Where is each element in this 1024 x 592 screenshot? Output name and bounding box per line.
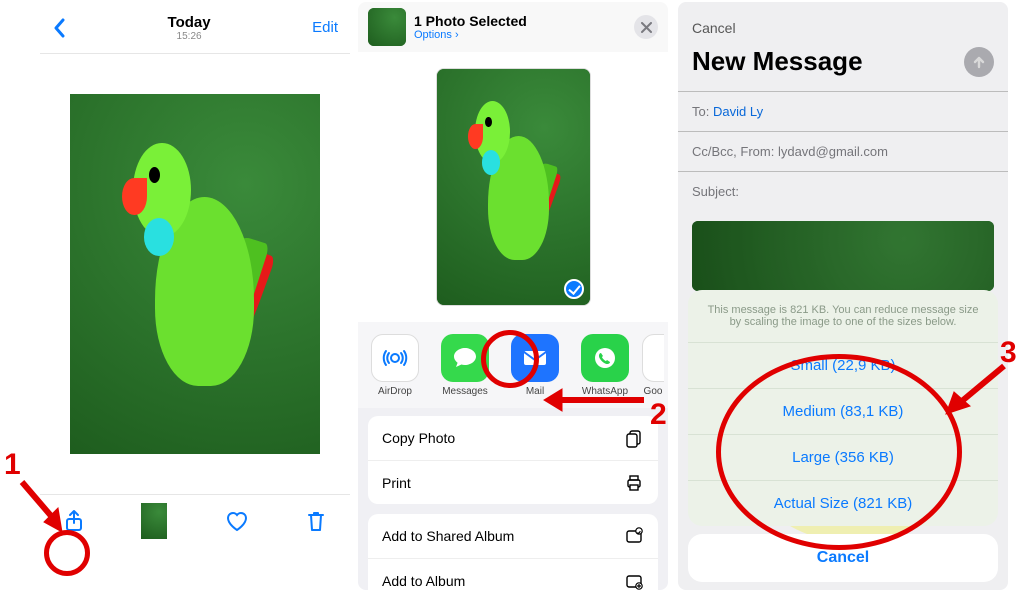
photo-main [70,94,320,454]
size-option-small[interactable]: Small (22,9 KB) [688,342,998,388]
app-label: WhatsApp [572,386,638,397]
app-label: Goo [642,386,664,397]
heart-icon[interactable] [225,510,249,532]
annotation-step-1: 1 [4,448,21,482]
messages-icon [441,334,489,382]
app-whatsapp[interactable]: WhatsApp [572,334,638,397]
share-preview-photo[interactable] [436,68,591,306]
field-to-label: To: [692,104,709,119]
size-option-actual[interactable]: Actual Size (821 KB) [688,480,998,526]
app-mail[interactable]: Mail [502,334,568,397]
share-header: 1 Photo Selected Options › [358,2,668,52]
size-sheet-hint: This message is 821 KB. You can reduce m… [688,290,998,342]
size-action-sheet: This message is 821 KB. You can reduce m… [688,290,998,582]
field-subject[interactable]: Subject: [678,171,1008,211]
action-label: Add to Album [382,573,465,589]
close-icon[interactable] [634,15,658,39]
panel-photos: Today 15:26 Edit [40,2,350,590]
airdrop-icon [371,334,419,382]
panel-new-message: Cancel New Message To: David Ly Cc/Bcc, … [678,2,1008,590]
size-option-large[interactable]: Large (356 KB) [688,434,998,480]
send-up-icon[interactable] [964,47,994,77]
app-label: AirDrop [362,386,428,397]
action-print[interactable]: Print [368,460,658,504]
app-label: Messages [432,386,498,397]
action-add-album[interactable]: Add to Album [368,558,658,590]
share-header-thumb [368,8,406,46]
nav-subtitle: 15:26 [66,31,312,42]
checkmark-icon [564,279,584,299]
mail-icon [511,334,559,382]
google-icon [642,334,664,382]
shared-album-icon [624,526,644,546]
app-label: Mail [502,386,568,397]
add-album-icon [624,571,644,591]
panel-share-sheet: 1 Photo Selected Options › AirDrop Messa… [358,2,668,590]
back-icon[interactable] [52,18,66,38]
field-ccbcc[interactable]: Cc/Bcc, From: lydavd@gmail.com [678,131,1008,171]
size-sheet-cancel[interactable]: Cancel [688,534,998,582]
share-icon[interactable] [64,509,84,533]
trash-icon[interactable] [306,509,326,533]
attachment-preview [692,221,994,291]
share-header-options[interactable]: Options › [414,29,527,41]
field-to-value: David Ly [713,104,763,119]
whatsapp-icon [581,334,629,382]
toolbar [40,494,350,546]
share-actions: Copy Photo Print Add to Shared Album Add… [358,408,668,590]
field-to[interactable]: To: David Ly [678,91,1008,131]
print-icon [624,473,644,493]
app-messages[interactable]: Messages [432,334,498,397]
action-copy-photo[interactable]: Copy Photo [368,416,658,460]
share-apps-row[interactable]: AirDrop Messages Mail WhatsApp Goo [358,322,668,408]
compose-title: New Message [692,46,863,77]
size-option-medium[interactable]: Medium (83,1 KB) [688,388,998,434]
action-label: Print [382,475,411,491]
action-label: Copy Photo [382,430,455,446]
share-header-title: 1 Photo Selected [414,13,527,29]
photo-viewer[interactable] [40,54,350,494]
nav-title-text: Today [66,14,312,31]
edit-button[interactable]: Edit [312,19,338,36]
app-google-partial[interactable]: Goo [642,334,664,397]
copy-icon [624,428,644,448]
compose-cancel[interactable]: Cancel [678,2,1008,42]
nav-title: Today 15:26 [66,14,312,42]
share-preview [358,52,668,322]
thumbnail[interactable] [141,503,167,539]
app-airdrop[interactable]: AirDrop [362,334,428,397]
nav-bar: Today 15:26 Edit [40,2,350,54]
action-label: Add to Shared Album [382,528,514,544]
action-shared-album[interactable]: Add to Shared Album [368,514,658,558]
